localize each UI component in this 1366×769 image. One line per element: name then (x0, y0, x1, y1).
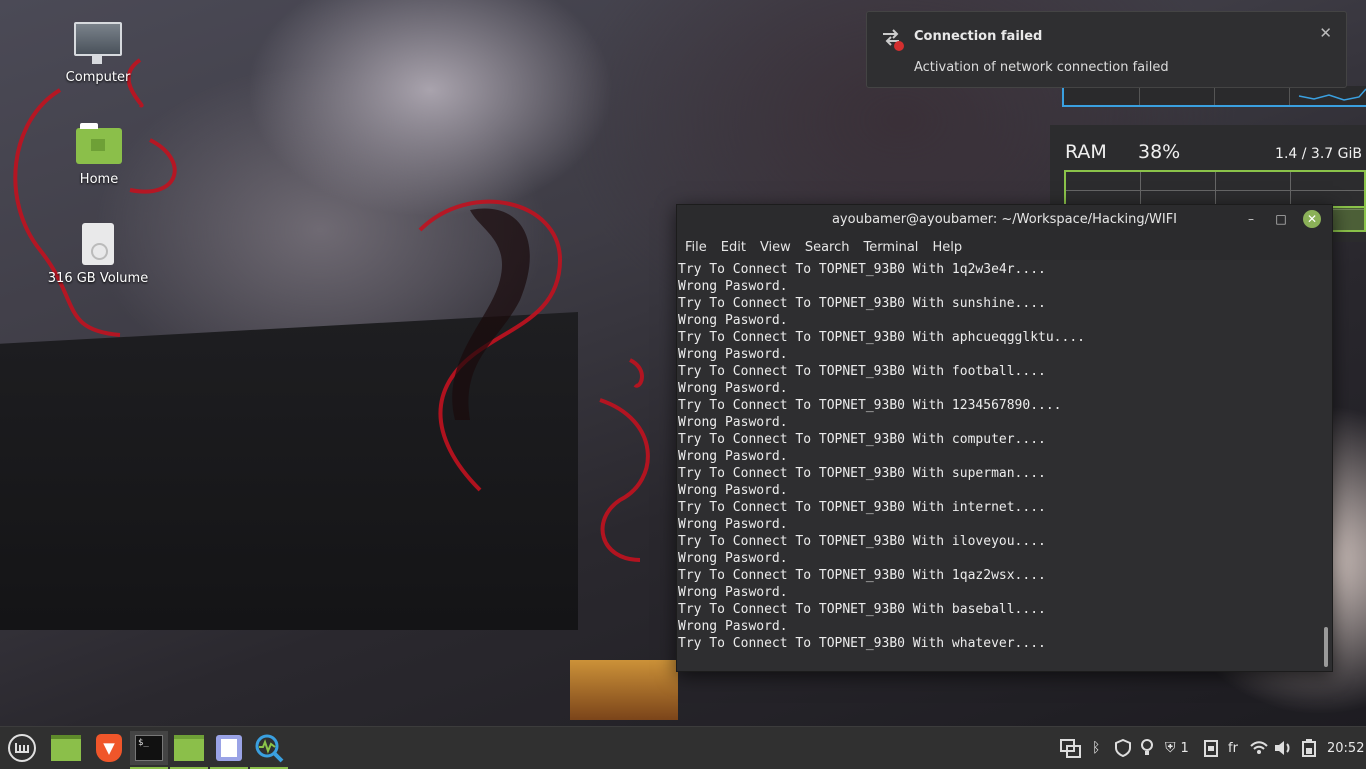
menu-edit[interactable]: Edit (721, 240, 746, 255)
menu-view[interactable]: View (760, 240, 791, 255)
terminal-line: Wrong Pasword. (678, 619, 788, 634)
terminal-line: Try To Connect To TOPNET_93B0 With sunsh… (678, 296, 1046, 311)
terminal-line: Try To Connect To TOPNET_93B0 With footb… (678, 364, 1046, 379)
keyboard-layout-label: fr (1228, 740, 1238, 756)
show-desktop-button[interactable] (47, 731, 85, 765)
network-tray[interactable] (1250, 727, 1268, 769)
terminal-line: Wrong Pasword. (678, 585, 788, 600)
clock-time: 20:52 (1327, 740, 1365, 756)
brave-browser-button[interactable]: ▼ (90, 731, 128, 765)
volume-icon (1275, 741, 1290, 755)
terminal-line: Try To Connect To TOPNET_93B0 With ilove… (678, 534, 1046, 549)
notification-title: Connection failed (914, 29, 1043, 44)
desktop-icon-volume[interactable]: 316 GB Volume (43, 223, 153, 286)
text-editor-icon (216, 735, 242, 761)
menu-help[interactable]: Help (932, 240, 962, 255)
terminal-line: Wrong Pasword. (678, 415, 788, 430)
workspace-switcher[interactable] (1059, 727, 1083, 769)
terminal-line: Try To Connect To TOPNET_93B0 With whate… (678, 636, 1046, 651)
terminal-line: Wrong Pasword. (678, 279, 788, 294)
window-title: ayoubamer@ayoubamer: ~/Workspace/Hacking… (831, 212, 1178, 227)
maximize-button[interactable]: □ (1272, 210, 1290, 228)
minimize-button[interactable]: – (1242, 210, 1260, 228)
clipboard-icon (1204, 740, 1218, 757)
terminal-line: Try To Connect To TOPNET_93B0 With aphcu… (678, 330, 1085, 345)
security-tray[interactable] (1114, 727, 1132, 769)
menu-terminal[interactable]: Terminal (863, 240, 918, 255)
bluetooth-tray[interactable]: ᛒ (1092, 727, 1100, 769)
network-graph (1062, 86, 1366, 107)
home-folder-icon (76, 123, 122, 164)
terminal-line: Wrong Pasword. (678, 347, 788, 362)
terminal-line: Try To Connect To TOPNET_93B0 With super… (678, 466, 1046, 481)
notification-message: Activation of network connection failed (914, 60, 1169, 75)
battery-icon (1302, 739, 1316, 757)
text-editor-button[interactable] (210, 731, 248, 769)
terminal-line: Wrong Pasword. (678, 449, 788, 464)
terminal-titlebar[interactable]: ayoubamer@ayoubamer: ~/Workspace/Hacking… (677, 205, 1332, 234)
terminal-line: Try To Connect To TOPNET_93B0 With 12345… (678, 398, 1062, 413)
update-shield-icon: ⛨ (1165, 740, 1176, 756)
terminal-line: Wrong Pasword. (678, 551, 788, 566)
update-manager-tray[interactable]: ⛨ 1 (1165, 727, 1189, 769)
desktop-icon-computer[interactable]: Computer (43, 22, 153, 85)
power-tray[interactable] (1302, 727, 1316, 769)
bluetooth-icon: ᛒ (1092, 740, 1101, 756)
taskbar: ▼ $_ ᛒ ⛨ 1 fr 20:52 (0, 726, 1366, 769)
clock[interactable]: 20:52 (1327, 727, 1364, 769)
terminal-menubar: File Edit View Search Terminal Help (677, 234, 1332, 260)
terminal-line: Wrong Pasword. (678, 313, 788, 328)
close-button[interactable]: ✕ (1303, 210, 1321, 228)
close-icon[interactable]: ✕ (1319, 24, 1332, 42)
menu-icon (8, 734, 36, 762)
ram-usage: 1.4 / 3.7 GiB (1275, 146, 1362, 162)
terminal-output[interactable]: Try To Connect To TOPNET_93B0 With 1q2w3… (677, 261, 1332, 671)
menu-search[interactable]: Search (805, 240, 850, 255)
keyboard-tray[interactable] (1204, 727, 1218, 769)
menu-file[interactable]: File (685, 240, 707, 255)
keyboard-layout[interactable]: fr (1228, 727, 1238, 769)
terminal-line: Wrong Pasword. (678, 381, 788, 396)
terminal-line: Try To Connect To TOPNET_93B0 With compu… (678, 432, 1046, 447)
show-desktop-icon (51, 735, 81, 761)
terminal-line: Try To Connect To TOPNET_93B0 With inter… (678, 500, 1046, 515)
files-button[interactable] (170, 731, 208, 769)
terminal-line: Try To Connect To TOPNET_93B0 With baseb… (678, 602, 1046, 617)
shield-icon (1115, 739, 1131, 757)
terminal-line: Wrong Pasword. (678, 517, 788, 532)
menu-button[interactable] (3, 731, 41, 765)
updates-count: 1 (1180, 740, 1189, 756)
desktop-icon-label: Computer (65, 70, 131, 85)
brave-browser-icon: ▼ (96, 734, 122, 762)
volume-tray[interactable] (1274, 727, 1292, 769)
ram-label: RAM (1065, 141, 1107, 163)
terminal-line: Try To Connect To TOPNET_93B0 With 1q2w3… (678, 262, 1046, 277)
wifi-icon (1250, 741, 1268, 754)
terminal-line: Wrong Pasword. (678, 483, 788, 498)
redshift-tray[interactable] (1140, 727, 1154, 769)
computer-icon (74, 22, 122, 64)
terminal-taskbar-button[interactable]: $_ (130, 731, 168, 769)
lightbulb-icon (1141, 739, 1153, 755)
ram-percent: 38% (1138, 141, 1181, 163)
terminal-icon: $_ (135, 735, 163, 761)
drive-icon (82, 223, 114, 265)
files-icon (174, 735, 204, 761)
system-monitor-button[interactable] (250, 731, 288, 769)
desktop-icon-label: 316 GB Volume (47, 271, 149, 286)
notification-popup[interactable]: Connection failed Activation of network … (866, 11, 1347, 88)
desktop-icon-label: Home (79, 172, 119, 187)
terminal-scrollbar[interactable] (1324, 627, 1328, 667)
system-monitor-icon (255, 734, 284, 763)
workspace-switcher-icon (1060, 739, 1081, 758)
terminal-line: Try To Connect To TOPNET_93B0 With 1qaz2… (678, 568, 1046, 583)
network-error-icon (883, 29, 904, 51)
terminal-window[interactable]: ayoubamer@ayoubamer: ~/Workspace/Hacking… (676, 204, 1333, 672)
desktop-icon-home[interactable]: Home (44, 122, 154, 187)
